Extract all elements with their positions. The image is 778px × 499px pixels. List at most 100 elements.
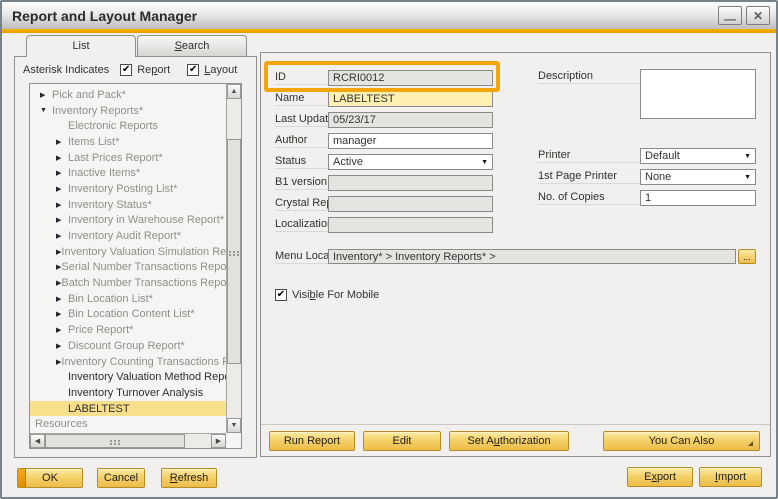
checkbox-icon [120, 64, 132, 76]
cancel-button[interactable]: Cancel [97, 468, 145, 488]
tree-item-label: Inventory Turnover Analysis [68, 387, 203, 399]
set-authorization-button[interactable]: Set Authorization [449, 431, 569, 451]
dropdown-arrow-icon[interactable]: ▼ [744, 174, 751, 181]
scroll-down-icon[interactable]: ▼ [227, 418, 241, 433]
id-value: RCRI0012 [333, 72, 384, 84]
b1-version-label: B1 version [275, 176, 328, 190]
expand-arrow-icon[interactable]: ▶ [56, 216, 68, 224]
tree-item[interactable]: Electronic Reports [30, 118, 226, 134]
minimize-button[interactable]: — [718, 6, 742, 25]
no-of-copies-field[interactable]: 1 [640, 190, 756, 206]
expand-arrow-icon[interactable]: ▶ [56, 201, 68, 209]
dropdown-arrow-icon[interactable]: ▼ [481, 159, 488, 166]
expand-arrow-icon[interactable]: ▶ [40, 91, 52, 99]
tree-item[interactable]: Inventory Valuation Method Report [30, 369, 226, 385]
visible-for-mobile-label: Visible For Mobile [292, 289, 379, 301]
crystal-reports-row: Crystal Reports [275, 193, 493, 214]
close-button[interactable]: ✕ [746, 6, 770, 25]
scrollbar-thumb[interactable] [227, 139, 241, 364]
tree-item[interactable]: LABELTEST [30, 401, 226, 417]
export-button[interactable]: Export [627, 467, 693, 487]
expand-arrow-icon[interactable]: ▶ [56, 342, 68, 350]
tree-item[interactable]: ▶Inventory Audit Report* [30, 228, 226, 244]
tree-item[interactable]: ▶Inventory Counting Transactions Report* [30, 354, 226, 370]
tree-item[interactable]: ▶Items List* [30, 134, 226, 150]
tree-item[interactable]: ▶Inactive Items* [30, 165, 226, 181]
scrollbar-thumb[interactable] [45, 434, 185, 448]
status-select[interactable]: Active▼ [328, 154, 493, 170]
scroll-left-icon[interactable]: ◀ [30, 434, 45, 448]
tree-item[interactable]: Inventory Turnover Analysis [30, 385, 226, 401]
visible-for-mobile-row[interactable]: Visible For Mobile [275, 289, 379, 301]
tree-item-label: Inventory Valuation Simulation Report* [61, 246, 226, 258]
tree-item[interactable]: ▶Inventory Posting List* [30, 181, 226, 197]
checkbox-layout[interactable]: Layout [187, 64, 237, 76]
tree-item[interactable]: ▼Inventory Reports* [30, 103, 226, 119]
expand-arrow-icon[interactable]: ▶ [56, 295, 68, 303]
author-field[interactable]: manager [328, 133, 493, 149]
expand-arrow-icon[interactable]: ▶ [56, 310, 68, 318]
tree-item-label: LABELTEST [68, 403, 130, 415]
tree-item[interactable]: ▶Inventory Valuation Simulation Report* [30, 244, 226, 260]
tree-item-label: Price Report* [68, 324, 133, 336]
expand-arrow-icon[interactable]: ▶ [56, 169, 68, 177]
ok-button[interactable]: OK [17, 468, 83, 488]
checkbox-icon [187, 64, 199, 76]
expand-arrow-icon[interactable]: ▶ [56, 232, 68, 240]
scroll-right-icon[interactable]: ▶ [211, 434, 226, 448]
tree-item[interactable]: ▶Price Report* [30, 322, 226, 338]
expand-arrow-icon[interactable]: ▶ [56, 185, 68, 193]
menu-location-browse-button[interactable]: ... [738, 249, 756, 264]
menu-location-field: Inventory* > Inventory Reports* > [328, 249, 736, 264]
tree-item-label: Inventory Valuation Method Report [68, 371, 226, 383]
tree-item[interactable]: ▶Inventory Status* [30, 197, 226, 213]
vertical-scrollbar[interactable]: ▲ ▼ [226, 84, 241, 433]
expand-arrow-icon[interactable]: ▶ [56, 326, 68, 334]
first-page-printer-label: 1st Page Printer [538, 170, 640, 184]
tree-item[interactable]: ▶Bin Location Content List* [30, 307, 226, 323]
checkbox-report[interactable]: Report [120, 64, 170, 76]
tree-item[interactable]: ▶Serial Number Transactions Report* [30, 260, 226, 276]
expand-arrow-icon[interactable]: ▶ [56, 138, 68, 146]
expand-arrow-icon[interactable]: ▶ [56, 154, 68, 162]
checkbox-icon[interactable] [275, 289, 287, 301]
tree-item[interactable]: ▶Batch Number Transactions Report* [30, 275, 226, 291]
tree-item-label: Resources [35, 418, 88, 430]
you-can-also-button[interactable]: You Can Also [603, 431, 760, 451]
name-value: LABELTEST [333, 93, 395, 105]
author-value: manager [333, 135, 376, 147]
tree-item-label: Inactive Items* [68, 167, 140, 179]
printer-select[interactable]: Default▼ [640, 148, 756, 164]
dropdown-arrow-icon[interactable]: ▼ [744, 153, 751, 160]
run-report-button[interactable]: Run Report [269, 431, 355, 451]
tree-item[interactable]: ▶Bin Location List* [30, 291, 226, 307]
id-label: ID [275, 71, 328, 85]
list-tab-page: Asterisk Indicates Report Layout ▶Pick an… [14, 56, 257, 458]
report-tree: ▶Pick and Pack*▼Inventory Reports*Electr… [29, 83, 242, 449]
actions-separator [261, 424, 770, 425]
edit-button[interactable]: Edit [363, 431, 441, 451]
asterisk-indicates-label: Asterisk Indicates [23, 64, 109, 76]
name-row: NameLABELTEST [275, 88, 493, 109]
description-textarea[interactable] [640, 69, 756, 119]
tab-list[interactable]: List [26, 35, 136, 57]
horizontal-scrollbar[interactable]: ◀ ▶ [30, 433, 226, 448]
report-and-layout-manager-window: Report and Layout Manager — ✕ ListSearch… [0, 0, 778, 499]
crystal-reports-field [328, 196, 493, 212]
action-buttons-row: Run Report Edit Set Authorization You Can A… [269, 431, 760, 451]
tree-item[interactable]: ▶Discount Group Report* [30, 338, 226, 354]
tree-item-label: Electronic Reports [68, 120, 158, 132]
filter-checkboxes: Report Layout [120, 64, 254, 76]
name-field[interactable]: LABELTEST [328, 91, 493, 107]
scroll-up-icon[interactable]: ▲ [227, 84, 241, 99]
crystal-reports-label: Crystal Reports [275, 197, 328, 211]
tab-search[interactable]: Search [137, 35, 247, 56]
import-button[interactable]: Import [699, 467, 762, 487]
tree-item[interactable]: Resources [30, 416, 226, 432]
tree-item[interactable]: ▶Pick and Pack* [30, 87, 226, 103]
tree-item[interactable]: ▶Inventory in Warehouse Report* [30, 213, 226, 229]
tree-item[interactable]: ▶Last Prices Report* [30, 150, 226, 166]
collapse-arrow-icon[interactable]: ▼ [40, 107, 52, 114]
refresh-button[interactable]: Refresh [161, 468, 217, 488]
first-page-printer-select[interactable]: None▼ [640, 169, 756, 185]
